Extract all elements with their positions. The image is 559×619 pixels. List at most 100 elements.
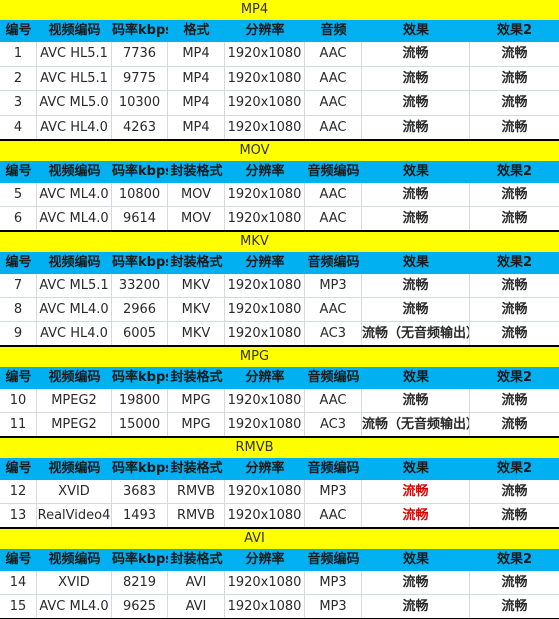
table-cell[interactable]: AAC	[305, 91, 362, 115]
header-cell[interactable]: 分辨率	[225, 458, 305, 480]
table-cell[interactable]: 流畅	[470, 274, 559, 297]
table-cell[interactable]: 1920x1080	[225, 207, 305, 230]
table-cell[interactable]: MP4	[168, 91, 225, 115]
table-cell[interactable]: 7	[0, 274, 37, 297]
header-cell[interactable]: 视频编码	[37, 549, 112, 571]
table-cell[interactable]: 3	[0, 91, 37, 115]
table-cell[interactable]: AAC	[305, 183, 362, 206]
table-cell[interactable]: 6005	[112, 322, 168, 345]
header-cell[interactable]: 音频编码	[305, 458, 362, 480]
table-cell[interactable]: 1920x1080	[225, 91, 305, 115]
table-cell[interactable]: AAC	[305, 298, 362, 321]
header-cell[interactable]: 封装格式	[168, 549, 225, 571]
table-cell[interactable]: 1920x1080	[225, 274, 305, 297]
table-cell[interactable]: 流畅	[362, 480, 470, 503]
section-title-mkv[interactable]: MKV	[0, 231, 559, 252]
table-cell[interactable]: 流畅	[470, 480, 559, 503]
table-cell[interactable]: 9775	[112, 66, 168, 90]
table-cell[interactable]: XVID	[37, 480, 112, 503]
table-cell[interactable]: 33200	[112, 274, 168, 297]
table-cell[interactable]: AC3	[305, 413, 362, 436]
table-cell[interactable]: 1493	[112, 504, 168, 527]
table-cell[interactable]: MP4	[168, 66, 225, 90]
table-cell[interactable]: 12	[0, 480, 37, 503]
section-title-rmvb[interactable]: RMVB	[0, 437, 559, 458]
table-cell[interactable]: AVI	[168, 571, 225, 594]
header-cell[interactable]: 视频编码	[37, 458, 112, 480]
header-cell[interactable]: 编号	[0, 20, 37, 42]
table-cell[interactable]: 流畅	[470, 571, 559, 594]
table-cell[interactable]: 10	[0, 389, 37, 412]
table-cell[interactable]: 8	[0, 298, 37, 321]
table-cell[interactable]: 1920x1080	[225, 595, 305, 618]
section-title-mpg[interactable]: MPG	[0, 346, 559, 367]
table-cell[interactable]: 13	[0, 504, 37, 527]
header-cell[interactable]: 编号	[0, 161, 37, 183]
header-cell[interactable]: 音频编码	[305, 549, 362, 571]
table-cell[interactable]: AAC	[305, 66, 362, 90]
table-cell[interactable]: MP4	[168, 42, 225, 66]
table-cell[interactable]: 1920x1080	[225, 389, 305, 412]
table-cell[interactable]: 流畅	[470, 183, 559, 206]
table-cell[interactable]: MKV	[168, 274, 225, 297]
section-title-avi[interactable]: AVI	[0, 528, 559, 549]
table-cell[interactable]: MP3	[305, 480, 362, 503]
table-cell[interactable]: AVC ML4.0	[37, 207, 112, 230]
header-cell[interactable]: 音频编码	[305, 367, 362, 389]
header-cell[interactable]: 视频编码	[37, 20, 112, 42]
header-cell[interactable]: 效果	[362, 252, 470, 274]
header-cell[interactable]: 视频编码	[37, 252, 112, 274]
table-cell[interactable]: 流畅（无音频输出）	[362, 413, 470, 436]
header-cell[interactable]: 音频	[305, 20, 362, 42]
table-cell[interactable]: 流畅	[470, 504, 559, 527]
header-cell[interactable]: 效果2	[470, 367, 559, 389]
table-cell[interactable]: 流畅	[470, 298, 559, 321]
header-cell[interactable]: 音频编码	[305, 161, 362, 183]
table-cell[interactable]: MKV	[168, 298, 225, 321]
table-cell[interactable]: AVC HL5.1	[37, 66, 112, 90]
table-cell[interactable]: 流畅	[362, 595, 470, 618]
table-cell[interactable]: MPEG2	[37, 413, 112, 436]
table-cell[interactable]: 9625	[112, 595, 168, 618]
header-cell[interactable]: 码率kbps	[112, 252, 168, 274]
header-cell[interactable]: 分辨率	[225, 161, 305, 183]
table-cell[interactable]: MPG	[168, 389, 225, 412]
section-title-mov[interactable]: MOV	[0, 140, 559, 161]
table-cell[interactable]: 流畅	[470, 413, 559, 436]
table-cell[interactable]: MOV	[168, 183, 225, 206]
header-cell[interactable]: 效果2	[470, 549, 559, 571]
section-title-mp4[interactable]: MP4	[0, 0, 559, 20]
table-cell[interactable]: 流畅	[362, 571, 470, 594]
table-cell[interactable]: 6	[0, 207, 37, 230]
table-cell[interactable]: AVC HL4.0	[37, 322, 112, 345]
table-cell[interactable]: 流畅	[362, 389, 470, 412]
table-cell[interactable]: 流畅	[362, 115, 470, 139]
table-cell[interactable]: MP3	[305, 274, 362, 297]
table-cell[interactable]: 10800	[112, 183, 168, 206]
table-cell[interactable]: 1920x1080	[225, 571, 305, 594]
table-cell[interactable]: 10300	[112, 91, 168, 115]
header-cell[interactable]: 音频编码	[305, 252, 362, 274]
header-cell[interactable]: 码率kbps	[112, 458, 168, 480]
table-cell[interactable]: 流畅	[362, 504, 470, 527]
header-cell[interactable]: 码率kbps	[112, 549, 168, 571]
header-cell[interactable]: 封装格式	[168, 252, 225, 274]
table-cell[interactable]: AVC ML4.0	[37, 298, 112, 321]
table-cell[interactable]: 3683	[112, 480, 168, 503]
table-cell[interactable]: 流畅	[362, 66, 470, 90]
table-cell[interactable]: AVC ML4.0	[37, 183, 112, 206]
header-cell[interactable]: 格式	[168, 20, 225, 42]
table-cell[interactable]: AVC ML5.1	[37, 274, 112, 297]
header-cell[interactable]: 码率kbps	[112, 367, 168, 389]
table-cell[interactable]: 1920x1080	[225, 322, 305, 345]
table-cell[interactable]: MKV	[168, 322, 225, 345]
table-cell[interactable]: 1920x1080	[225, 504, 305, 527]
table-cell[interactable]: 流畅	[362, 274, 470, 297]
header-cell[interactable]: 效果2	[470, 20, 559, 42]
table-cell[interactable]: 流畅	[470, 91, 559, 115]
table-cell[interactable]: AC3	[305, 322, 362, 345]
table-cell[interactable]: 1	[0, 42, 37, 66]
table-cell[interactable]: 流畅	[362, 42, 470, 66]
table-cell[interactable]: MPEG2	[37, 389, 112, 412]
table-cell[interactable]: XVID	[37, 571, 112, 594]
